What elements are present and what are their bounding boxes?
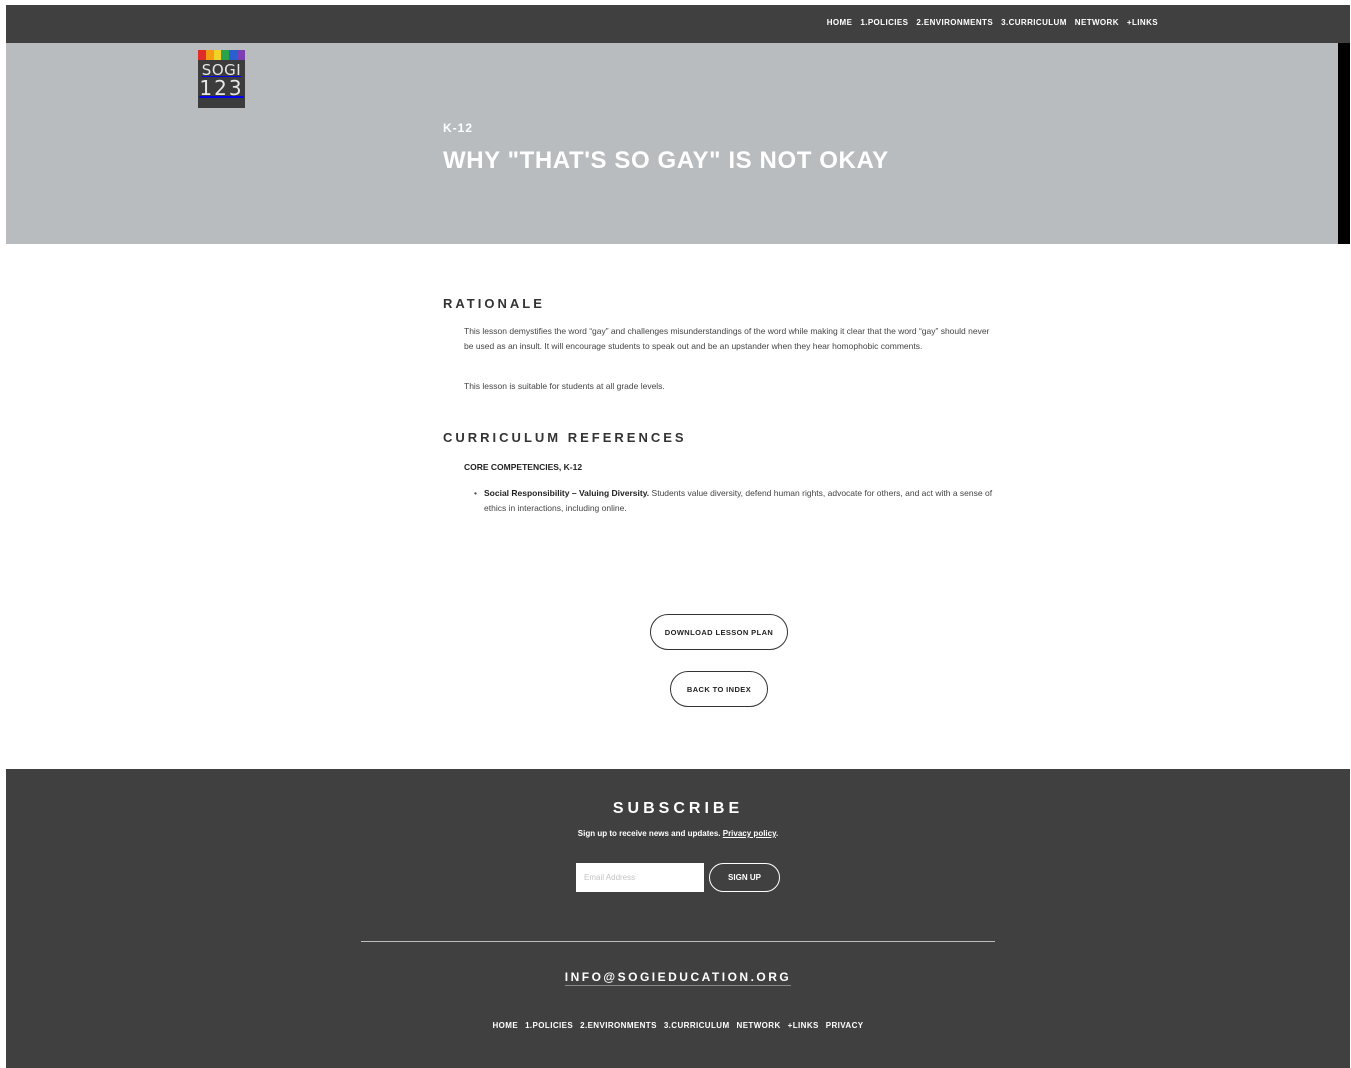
page-title: WHY "THAT'S SO GAY" IS NOT OKAY	[443, 147, 889, 174]
grade-level-label: K-12	[443, 121, 474, 135]
footer-nav-curriculum[interactable]: 3.CURRICULUM	[664, 1021, 730, 1030]
contact-email-wrap: INFO@SOGIEDUCATION.ORG	[6, 968, 1350, 986]
footer-nav-network[interactable]: NETWORK	[737, 1021, 781, 1030]
rationale-paragraph: This lesson demystifies the word “gay” a…	[464, 326, 990, 351]
hero-right-edge	[1338, 43, 1350, 244]
email-field[interactable]	[576, 863, 704, 892]
footer-nav-home[interactable]: HOME	[492, 1021, 518, 1030]
nav-links[interactable]: +LINKS	[1127, 18, 1158, 27]
stripe-green	[221, 50, 230, 60]
nav-home[interactable]: HOME	[827, 18, 853, 27]
subscribe-text: Sign up to receive news and updates.	[577, 829, 721, 838]
nav-curriculum[interactable]: 3.CURRICULUM	[1001, 18, 1067, 27]
footer-nav-privacy[interactable]: PRIVACY	[826, 1021, 864, 1030]
nav-policies[interactable]: 1.POLICIES	[860, 18, 908, 27]
top-nav-bar: HOME 1.POLICIES 2.ENVIRONMENTS 3.CURRICU…	[6, 5, 1350, 43]
subscribe-heading: SUBSCRIBE	[612, 800, 744, 817]
privacy-policy-link[interactable]: Privacy policy	[723, 829, 776, 838]
download-lesson-plan-button[interactable]: DOWNLOAD LESSON PLAN	[650, 614, 788, 650]
site-logo[interactable]: SOGI 123	[198, 50, 245, 108]
grade-suitability-paragraph: This lesson is suitable for students at …	[464, 381, 665, 391]
rationale-heading: RATIONALE	[443, 296, 545, 311]
logo-text-123: 123	[199, 76, 244, 100]
footer: SUBSCRIBE Sign up to receive news and up…	[6, 769, 1350, 1068]
stripe-red	[198, 50, 206, 60]
sign-up-button[interactable]: SIGN UP	[709, 863, 780, 892]
nav-environments[interactable]: 2.ENVIRONMENTS	[916, 18, 993, 27]
core-competencies-subheading: CORE COMPETENCIES, K-12	[464, 462, 583, 472]
rainbow-stripe	[198, 50, 245, 60]
top-nav: HOME 1.POLICIES 2.ENVIRONMENTS 3.CURRICU…	[827, 18, 1158, 27]
page-frame: HOME 1.POLICIES 2.ENVIRONMENTS 3.CURRICU…	[6, 5, 1350, 1068]
stripe-orange	[205, 50, 214, 60]
stripe-purple	[237, 50, 245, 60]
footer-nav-policies[interactable]: 1.POLICIES	[525, 1021, 573, 1030]
footer-nav-environments[interactable]: 2.ENVIRONMENTS	[580, 1021, 657, 1030]
subscribe-description: Sign up to receive news and updates. Pri…	[577, 829, 779, 838]
competency-title: Social Responsibility – Valuing Diversit…	[484, 488, 650, 498]
footer-nav-links[interactable]: +LINKS	[788, 1021, 819, 1030]
competency-list-item: Social Responsibility – Valuing Diversit…	[474, 486, 1004, 516]
footer-divider	[361, 941, 995, 942]
hero-banner: SOGI 123 K-12 WHY "THAT'S SO GAY" IS NOT…	[6, 43, 1350, 244]
contact-email-link[interactable]: INFO@SOGIEDUCATION.ORG	[564, 970, 792, 986]
stripe-yellow	[213, 50, 222, 60]
footer-nav: HOME 1.POLICIES 2.ENVIRONMENTS 3.CURRICU…	[6, 1021, 1350, 1030]
nav-network[interactable]: NETWORK	[1075, 18, 1119, 27]
back-to-index-button[interactable]: BACK TO INDEX	[670, 671, 768, 707]
curriculum-heading: CURRICULUM REFERENCES	[443, 430, 687, 445]
stripe-blue	[229, 50, 238, 60]
